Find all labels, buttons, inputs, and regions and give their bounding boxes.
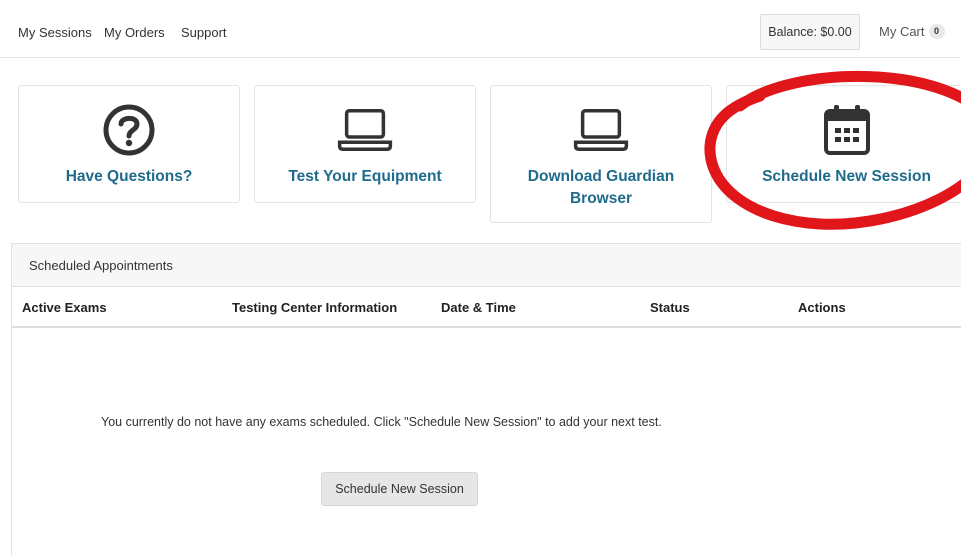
cart-count-badge: 0 — [928, 24, 945, 39]
tile-test-equipment[interactable]: Test Your Equipment — [254, 85, 476, 203]
question-circle-icon — [101, 102, 157, 158]
empty-state-message: You currently do not have any exams sche… — [101, 415, 662, 429]
tile-label: Have Questions? — [65, 168, 193, 185]
column-actions: Actions — [798, 300, 846, 315]
column-testing-center: Testing Center Information — [232, 300, 398, 315]
top-navigation: My Sessions My Orders Support Balance: $… — [0, 0, 961, 58]
cart-link[interactable]: My Cart 0 — [879, 24, 945, 39]
column-status: Status — [650, 300, 690, 315]
balance-display[interactable]: Balance: $0.00 — [760, 14, 860, 50]
laptop-icon — [337, 102, 393, 158]
nav-my-sessions[interactable]: My Sessions — [18, 25, 92, 40]
panel-title: Scheduled Appointments — [12, 244, 961, 287]
laptop-icon — [573, 102, 629, 158]
column-date-time: Date & Time — [441, 300, 516, 315]
tile-have-questions[interactable]: Have Questions? — [18, 85, 240, 203]
column-active-exams: Active Exams — [22, 300, 107, 315]
calendar-icon — [819, 102, 875, 158]
tile-label: Schedule New Session — [762, 168, 931, 185]
nav-my-orders[interactable]: My Orders — [104, 25, 165, 40]
tile-label: Download Guardian Browser — [527, 168, 675, 207]
cart-label: My Cart — [879, 24, 925, 39]
tile-download-browser[interactable]: Download Guardian Browser — [490, 85, 712, 223]
tile-schedule-session[interactable]: Schedule New Session — [726, 85, 961, 203]
scheduled-appointments-panel: Scheduled Appointments Active Exams Test… — [11, 243, 961, 556]
nav-support[interactable]: Support — [181, 25, 227, 40]
table-header: Active Exams Testing Center Information … — [12, 287, 961, 328]
tile-label: Test Your Equipment — [288, 168, 442, 185]
schedule-new-session-button[interactable]: Schedule New Session — [321, 472, 478, 506]
